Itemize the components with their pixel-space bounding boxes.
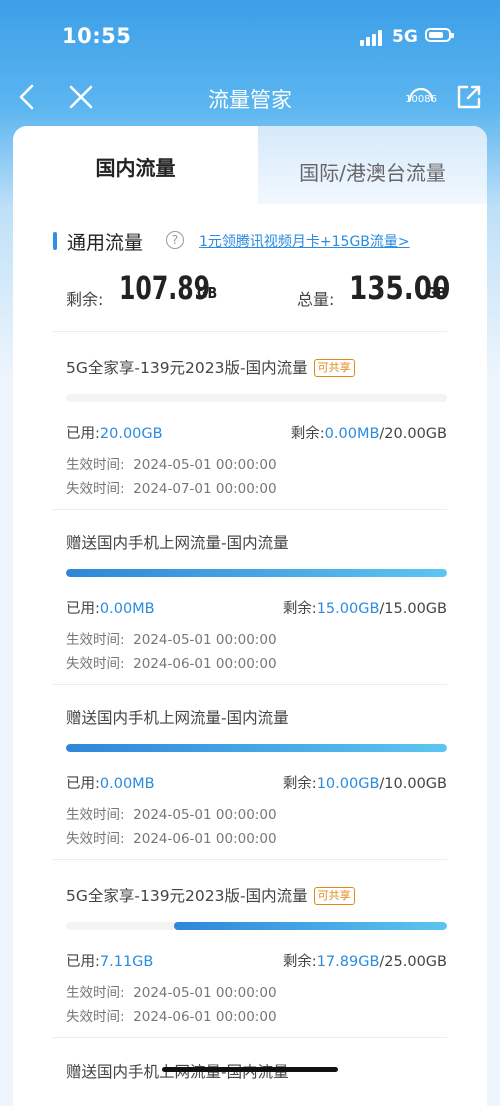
home-indicator	[162, 1067, 338, 1072]
remain-amount: 剩余:10.00GB/10.00GB	[282, 776, 447, 792]
used-amount: 已用:7.11GB	[66, 954, 154, 970]
package-item[interactable]: 赠送国内手机上网流量-国内流量 已用:0.00MB 剩余:15.00GB/15.…	[13, 507, 487, 682]
help-icon[interactable]: ?	[166, 231, 184, 249]
usage-bar	[66, 922, 447, 930]
effective-time: 生效时间: 2024-05-01 00:00:00	[66, 457, 277, 473]
remain-amount: 剩余:17.89GB/25.00GB	[282, 954, 447, 970]
package-item[interactable]: 赠送国内手机上网流量-国内流量	[13, 1036, 487, 1096]
service-number: 10086	[405, 94, 437, 105]
shareable-tag: 可共享	[313, 359, 355, 377]
promo-link[interactable]: 1元领腾讯视频月卡+15GB流量>	[199, 231, 410, 251]
used-amount: 已用:0.00MB	[66, 601, 155, 617]
package-name: 5G全家享-139元2023版-国内流量 可共享	[66, 356, 355, 378]
tab-domestic-label: 国内流量	[95, 156, 176, 180]
remain-amount: 剩余:0.00MB/20.00GB	[290, 426, 447, 442]
section-marker	[53, 232, 57, 250]
signal-icon	[360, 30, 384, 46]
tab-domestic[interactable]: 国内流量	[13, 126, 258, 204]
used-amount: 已用:20.00GB	[66, 426, 163, 442]
shareable-tag: 可共享	[313, 887, 355, 905]
package-name: 赠送国内手机上网流量-国内流量	[66, 534, 289, 552]
total-label: 总量:	[297, 290, 335, 309]
expire-time: 失效时间: 2024-07-01 00:00:00	[66, 481, 277, 497]
battery-icon	[425, 28, 454, 42]
remain-unit: GB	[197, 284, 218, 302]
usage-bar	[66, 569, 447, 577]
network-type: 5G	[392, 27, 418, 47]
package-item[interactable]: 5G全家享-139元2023版-国内流量 可共享 已用:20.00GB 剩余:0.…	[13, 332, 487, 507]
effective-time: 生效时间: 2024-05-01 00:00:00	[66, 985, 277, 1001]
customer-service-button[interactable]: 10086	[404, 80, 438, 114]
usage-bar	[66, 744, 447, 752]
package-name: 5G全家享-139元2023版-国内流量 可共享	[66, 884, 355, 906]
content-card: 国内流量 国际/港澳台流量 通用流量 ? 1元领腾讯视频月卡+15GB流量> 剩…	[13, 126, 487, 1106]
effective-time: 生效时间: 2024-05-01 00:00:00	[66, 632, 277, 648]
status-bar: 10:55 5G	[0, 0, 500, 70]
expire-time: 失效时间: 2024-06-01 00:00:00	[66, 656, 277, 672]
tab-international[interactable]: 国际/港澳台流量	[258, 126, 487, 204]
total-unit: GB	[426, 284, 447, 302]
package-name: 赠送国内手机上网流量-国内流量	[66, 709, 289, 727]
usage-bar-fill	[66, 569, 447, 577]
summary-title: 通用流量	[67, 232, 144, 254]
package-item[interactable]: 赠送国内手机上网流量-国内流量 已用:0.00MB 剩余:10.00GB/10.…	[13, 682, 487, 857]
remain-amount: 剩余:15.00GB/15.00GB	[282, 601, 447, 617]
tab-bar: 国内流量 国际/港澳台流量	[13, 126, 487, 204]
usage-bar-fill	[66, 744, 447, 752]
status-time: 10:55	[62, 24, 132, 48]
usage-bar	[66, 394, 447, 402]
share-icon[interactable]	[454, 82, 484, 112]
effective-time: 生效时间: 2024-05-01 00:00:00	[66, 807, 277, 823]
package-item[interactable]: 5G全家享-139元2023版-国内流量 可共享 已用:7.11GB 剩余:17.…	[13, 860, 487, 1035]
expire-time: 失效时间: 2024-06-01 00:00:00	[66, 831, 277, 847]
used-amount: 已用:0.00MB	[66, 776, 155, 792]
expire-time: 失效时间: 2024-06-01 00:00:00	[66, 1009, 277, 1025]
tab-international-label: 国际/港澳台流量	[299, 161, 446, 185]
nav-bar: 流量管家 10086	[0, 70, 500, 126]
remain-label: 剩余:	[66, 290, 104, 309]
usage-bar-fill	[174, 922, 447, 930]
